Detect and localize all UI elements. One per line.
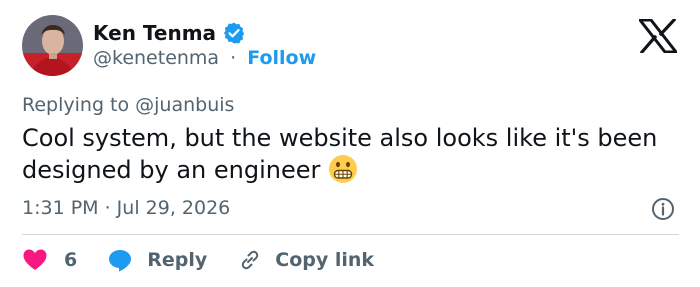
handle-separator: · <box>230 47 237 69</box>
follow-button[interactable]: Follow <box>247 47 316 69</box>
reply-label: Reply <box>147 249 208 271</box>
author-name[interactable]: Ken Tenma <box>93 21 216 45</box>
grimacing-emoji-icon <box>328 154 358 184</box>
author-handle-row: @kenetenma · Follow <box>93 47 316 69</box>
tweet-timestamp[interactable]: 1:31 PM · Jul 29, 2026 <box>22 197 230 219</box>
tweet-text: Cool system, but the website also looks … <box>22 122 662 186</box>
author-handle[interactable]: @kenetenma <box>93 47 219 69</box>
x-logo-icon[interactable] <box>636 17 680 55</box>
heart-icon <box>23 249 47 270</box>
copy-link-button[interactable]: Copy link <box>237 247 374 273</box>
replying-to[interactable]: Replying to @juanbuis <box>22 94 234 116</box>
action-bar: 6 Reply Copy link <box>22 246 374 274</box>
like-button[interactable]: 6 <box>22 247 77 273</box>
reply-bubble-icon <box>109 250 132 272</box>
avatar[interactable] <box>22 15 83 76</box>
link-icon <box>242 250 259 270</box>
verified-badge-icon <box>222 21 246 45</box>
copy-link-label: Copy link <box>275 249 375 271</box>
info-icon[interactable] <box>651 197 675 221</box>
like-count: 6 <box>64 249 78 271</box>
reply-button[interactable]: Reply <box>107 247 207 273</box>
author-name-row: Ken Tenma <box>93 21 246 45</box>
divider <box>22 234 679 235</box>
